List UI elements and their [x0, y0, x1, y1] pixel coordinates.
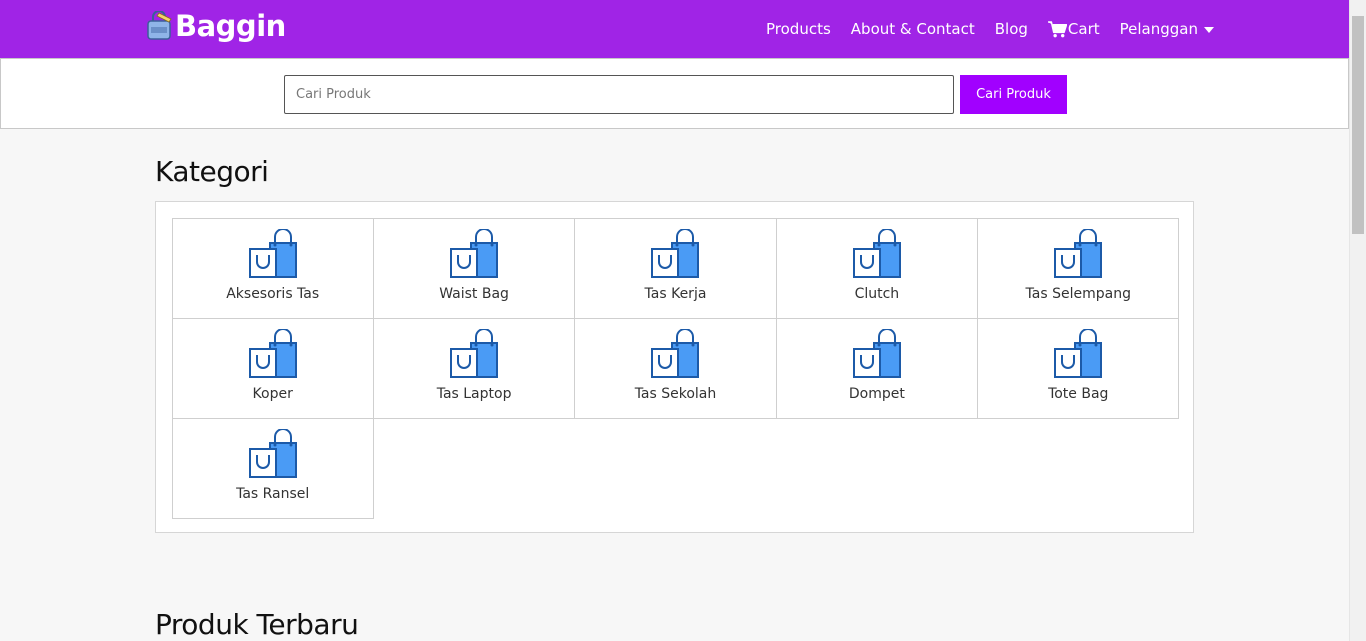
nav-link-blog[interactable]: Blog — [995, 20, 1028, 38]
shopping-bag-icon — [1054, 328, 1103, 378]
kategori-title: Kategori — [155, 155, 269, 188]
shopping-bag-icon — [852, 228, 901, 278]
shopping-bag-icon — [651, 328, 700, 378]
page-scrollbar[interactable] — [1349, 0, 1366, 641]
brand-logo-link[interactable]: Baggin — [145, 9, 286, 43]
nav-dropdown-pelanggan[interactable]: Pelanggan — [1120, 20, 1214, 38]
category-card[interactable]: Dompet — [775, 317, 979, 419]
category-card[interactable]: Tas Laptop — [372, 317, 576, 419]
brand-name: Baggin — [175, 9, 286, 43]
category-card[interactable]: Tote Bag — [977, 317, 1180, 419]
shopping-bag-icon — [450, 328, 499, 378]
nav-link-about-contact-label: About & Contact — [850, 20, 975, 38]
caret-down-icon — [1204, 27, 1214, 33]
category-label: Tas Laptop — [436, 385, 512, 402]
search-button[interactable]: Cari Produk — [960, 75, 1067, 114]
shopping-bag-icon — [651, 228, 700, 278]
shopping-bag-icon — [248, 328, 297, 378]
category-card[interactable]: Tas Selempang — [977, 217, 1180, 319]
category-card[interactable]: Clutch — [775, 217, 979, 319]
category-label: Tas Selempang — [1025, 285, 1131, 302]
category-label: Aksesoris Tas — [226, 285, 320, 302]
nav-link-products[interactable]: Products — [766, 20, 831, 38]
shopping-bag-icon — [852, 328, 901, 378]
category-label: Tas Ransel — [236, 485, 310, 502]
nav-links: Products About & Contact Blog Cart Pelan… — [746, 0, 1214, 58]
category-label: Clutch — [854, 285, 900, 302]
category-label: Tote Bag — [1048, 385, 1109, 402]
nav-dropdown-pelanggan-label: Pelanggan — [1119, 20, 1198, 38]
shopping-bag-icon — [248, 228, 297, 278]
search-input[interactable] — [284, 75, 954, 114]
category-panel: Aksesoris Tas Waist Bag Tas Kerja Clutch Tas… — [155, 201, 1194, 533]
category-card[interactable]: Aksesoris Tas — [171, 217, 374, 319]
shopping-bag-icon — [248, 428, 297, 478]
nav-link-about-contact[interactable]: About & Contact — [851, 20, 975, 38]
nav-link-cart[interactable]: Cart — [1047, 20, 1100, 38]
category-label: Waist Bag — [439, 285, 509, 302]
brand-logo-icon — [147, 11, 172, 40]
category-label: Tas Kerja — [644, 285, 707, 302]
scrollbar-thumb[interactable] — [1352, 16, 1364, 234]
category-label: Tas Sekolah — [634, 385, 717, 402]
shopping-bag-icon — [450, 228, 499, 278]
nav-link-products-label: Products — [766, 20, 831, 38]
nav-link-blog-label: Blog — [994, 20, 1028, 38]
category-card[interactable]: Tas Kerja — [574, 217, 777, 319]
category-card[interactable]: Koper — [171, 317, 374, 419]
category-card[interactable]: Tas Ransel — [171, 417, 374, 519]
search-bar: Cari Produk — [0, 58, 1349, 129]
shopping-bag-icon — [1054, 228, 1103, 278]
category-card[interactable]: Waist Bag — [372, 217, 576, 319]
nav-link-cart-label: Cart — [1067, 20, 1100, 38]
category-label: Koper — [252, 385, 293, 402]
category-grid: Aksesoris Tas Waist Bag Tas Kerja Clutch Tas… — [171, 217, 1180, 519]
produk-terbaru-title: Produk Terbaru — [155, 608, 359, 641]
top-navbar: Baggin Products About & Contact Blog Car… — [0, 0, 1349, 58]
category-label: Dompet — [848, 385, 905, 402]
category-card[interactable]: Tas Sekolah — [574, 317, 777, 419]
cart-icon — [1047, 20, 1067, 37]
